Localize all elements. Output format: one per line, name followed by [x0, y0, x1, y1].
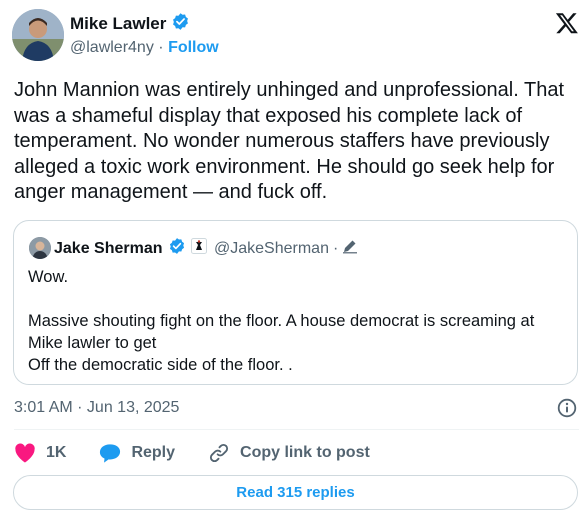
verified-badge-icon	[171, 12, 190, 36]
heart-icon	[14, 443, 36, 463]
quote-author-handle[interactable]: @JakeSherman	[214, 240, 329, 258]
quote-author-name[interactable]: Jake Sherman	[54, 240, 163, 258]
tweet-text: John Mannion was entirely unhinged and u…	[14, 79, 564, 203]
separator-dot: ·	[332, 239, 339, 257]
action-bar: 1K Reply Copy link to post	[14, 442, 403, 464]
speech-bubble-icon	[99, 443, 121, 464]
author-name-row[interactable]: Mike Lawler	[70, 12, 190, 36]
quote-handle-row: @JakeSherman ·	[214, 238, 358, 259]
copy-link-button[interactable]: Copy link to post	[208, 442, 370, 464]
author-name[interactable]: Mike Lawler	[70, 14, 166, 34]
separator-dot: ·	[158, 39, 164, 56]
quote-author-name-row: Jake Sherman	[54, 237, 207, 260]
author-handle-row: @lawler4ny · Follow	[70, 39, 219, 57]
tweet-timestamp[interactable]: 3:01 AM · Jun 13, 2025	[14, 399, 179, 417]
link-icon	[208, 442, 230, 464]
quote-author-avatar[interactable]	[29, 237, 51, 259]
verified-badge-icon	[168, 237, 186, 260]
copy-link-label: Copy link to post	[240, 444, 370, 461]
x-logo-icon[interactable]	[555, 11, 579, 35]
like-button[interactable]: 1K	[14, 443, 66, 463]
read-replies-button[interactable]: Read 315 replies	[13, 475, 578, 510]
affiliation-badge-icon	[190, 238, 207, 259]
reply-label: Reply	[131, 444, 176, 461]
quoted-tweet-card[interactable]: Jake Sherman @JakeSherman · Wow. Massive…	[13, 220, 578, 385]
reply-button[interactable]: Reply	[99, 443, 175, 464]
divider	[14, 429, 579, 430]
like-count: 1K	[46, 444, 67, 461]
edited-pencil-icon	[342, 238, 358, 259]
info-icon[interactable]	[557, 398, 577, 418]
quote-text: Wow. Massive shouting fight on the floor…	[28, 268, 535, 374]
follow-button[interactable]: Follow	[168, 39, 219, 56]
author-avatar[interactable]	[12, 9, 64, 61]
author-handle[interactable]: @lawler4ny	[70, 39, 154, 56]
